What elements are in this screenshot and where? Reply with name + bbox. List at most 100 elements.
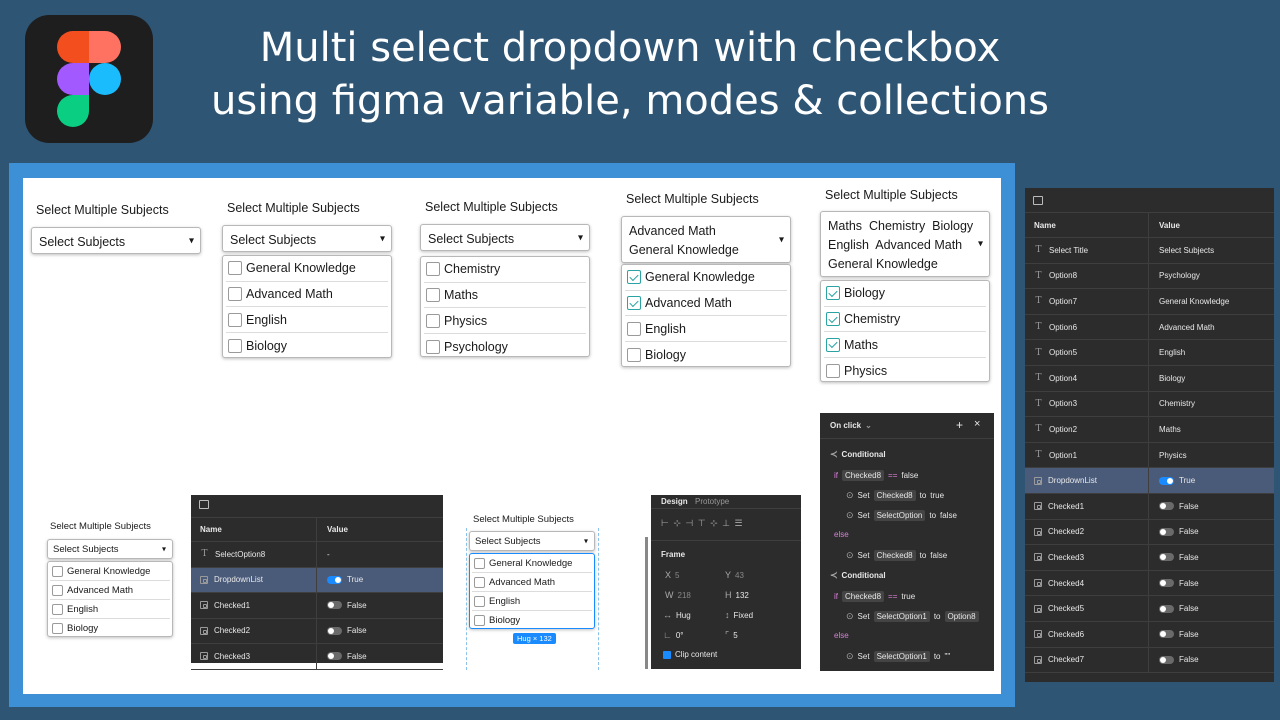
variable-value[interactable]: False bbox=[1179, 527, 1199, 536]
boolean-toggle[interactable] bbox=[1159, 655, 1174, 664]
variable-row[interactable]: T Option5 English bbox=[1025, 340, 1274, 366]
variable-name[interactable]: Checked5 bbox=[1048, 604, 1084, 613]
action-variable[interactable]: Checked8 bbox=[873, 490, 916, 501]
action-variable[interactable]: Checked8 bbox=[873, 550, 916, 561]
boolean-toggle[interactable] bbox=[1159, 553, 1174, 562]
variable-row[interactable]: Checked1 False bbox=[191, 593, 443, 619]
boolean-toggle[interactable] bbox=[327, 575, 342, 584]
width-mode[interactable]: Hug bbox=[676, 611, 691, 620]
list-item[interactable]: Advanced Math bbox=[226, 282, 388, 308]
variable-value[interactable]: Physics bbox=[1159, 451, 1187, 460]
checkbox[interactable] bbox=[52, 603, 63, 615]
variable-value[interactable]: - bbox=[327, 550, 330, 559]
select-dropdown[interactable]: Maths Chemistry Biology English Advanced… bbox=[820, 211, 990, 277]
list-item[interactable]: English bbox=[472, 592, 592, 611]
list-item[interactable]: Physics bbox=[424, 308, 586, 335]
checkbox[interactable] bbox=[228, 338, 242, 353]
sidebar-toggle-icon[interactable] bbox=[199, 500, 209, 509]
checkbox[interactable] bbox=[228, 312, 242, 327]
action-variable[interactable]: SelectOption1 bbox=[873, 651, 930, 662]
tab-design[interactable]: Design bbox=[661, 497, 688, 506]
variable-value[interactable]: False bbox=[1179, 553, 1199, 562]
list-item[interactable]: Biology bbox=[625, 342, 787, 368]
list-item[interactable]: Biology bbox=[472, 611, 592, 630]
variable-value[interactable]: False bbox=[347, 652, 367, 661]
boolean-toggle[interactable] bbox=[1159, 527, 1174, 536]
checkbox[interactable] bbox=[426, 288, 440, 303]
variable-name[interactable]: Option4 bbox=[1049, 374, 1077, 383]
checkbox[interactable] bbox=[52, 565, 63, 577]
checkbox[interactable] bbox=[627, 321, 641, 336]
checkbox-checked[interactable] bbox=[627, 296, 641, 311]
variable-name[interactable]: Option1 bbox=[1049, 451, 1077, 460]
variable-row[interactable]: Checked3 False bbox=[1025, 545, 1274, 571]
variable-value[interactable]: False bbox=[1179, 579, 1199, 588]
list-item[interactable]: English bbox=[625, 316, 787, 343]
variable-value[interactable]: Biology bbox=[1159, 374, 1185, 383]
list-item[interactable]: Chemistry bbox=[424, 257, 586, 283]
variable-name[interactable]: Checked7 bbox=[1048, 655, 1084, 664]
checkbox[interactable] bbox=[474, 615, 485, 626]
checkbox[interactable] bbox=[426, 313, 440, 328]
variable-row[interactable]: T Option3 Chemistry bbox=[1025, 391, 1274, 418]
variable-value[interactable]: Chemistry bbox=[1159, 399, 1195, 408]
variable-name[interactable]: DropdownList bbox=[214, 575, 263, 584]
x-field[interactable]: 5 bbox=[675, 571, 679, 580]
variable-name[interactable]: Checked1 bbox=[1048, 502, 1084, 511]
checkbox[interactable] bbox=[426, 339, 440, 354]
variable-value[interactable]: Select Subjects bbox=[1159, 246, 1214, 255]
checkbox[interactable] bbox=[826, 363, 840, 378]
variable-row[interactable]: DropdownList True bbox=[191, 567, 443, 593]
variable-row[interactable]: T SelectOption8 - bbox=[191, 542, 443, 568]
list-item[interactable]: Psychology bbox=[424, 334, 586, 360]
variable-row[interactable]: Checked2 False bbox=[1025, 519, 1274, 546]
variable-name[interactable]: Option7 bbox=[1049, 297, 1077, 306]
variable-row[interactable]: T Option6 Advanced Math bbox=[1025, 314, 1274, 341]
checkbox[interactable] bbox=[627, 347, 641, 362]
checkbox-checked[interactable] bbox=[826, 286, 840, 301]
checkbox[interactable] bbox=[474, 557, 485, 569]
radius-field[interactable]: 5 bbox=[733, 631, 737, 640]
variable-value[interactable]: False bbox=[1179, 655, 1199, 664]
checkbox[interactable] bbox=[52, 623, 63, 634]
list-item[interactable]: Advanced Math bbox=[472, 573, 592, 592]
list-item[interactable]: Biology bbox=[824, 281, 986, 307]
variable-row[interactable]: Checked6 False bbox=[1025, 622, 1274, 648]
variable-name[interactable]: Option8 bbox=[1049, 271, 1077, 280]
boolean-toggle[interactable] bbox=[1159, 502, 1174, 511]
height-field[interactable]: 132 bbox=[736, 591, 749, 600]
trigger-select[interactable]: On click ⌄ bbox=[830, 421, 872, 430]
variable-row[interactable]: T Option2 Maths bbox=[1025, 417, 1274, 443]
action-variable[interactable]: SelectOption bbox=[873, 510, 926, 521]
width-field[interactable]: 218 bbox=[678, 591, 691, 600]
variable-row[interactable]: T Option1 Physics bbox=[1025, 442, 1274, 469]
variable-name[interactable]: Option6 bbox=[1049, 323, 1077, 332]
variable-name[interactable]: Option3 bbox=[1049, 399, 1077, 408]
close-icon[interactable]: × bbox=[974, 418, 980, 430]
variable-value[interactable]: Psychology bbox=[1159, 271, 1200, 280]
list-item[interactable]: General Knowledge bbox=[226, 256, 388, 282]
list-item[interactable]: English bbox=[226, 307, 388, 334]
boolean-toggle[interactable] bbox=[1159, 630, 1174, 639]
list-item[interactable]: Biology bbox=[50, 619, 170, 638]
variable-value[interactable]: Maths bbox=[1159, 425, 1181, 434]
list-item[interactable]: General Knowledge bbox=[50, 562, 170, 581]
add-icon[interactable]: + bbox=[956, 418, 963, 432]
variable-name[interactable]: Checked3 bbox=[214, 652, 250, 661]
clip-content-checkbox[interactable] bbox=[663, 650, 671, 659]
list-item[interactable]: Chemistry bbox=[824, 307, 986, 333]
variable-value[interactable]: False bbox=[347, 626, 367, 635]
variable-name[interactable]: Option5 bbox=[1049, 348, 1077, 357]
action-variable[interactable]: SelectOption1 bbox=[873, 611, 930, 622]
sidebar-toggle-icon[interactable] bbox=[1033, 196, 1043, 205]
variable-value[interactable]: English bbox=[1159, 348, 1185, 357]
y-field[interactable]: 43 bbox=[735, 571, 744, 580]
select-dropdown[interactable]: Select Subjects ▾ bbox=[222, 225, 392, 252]
checkbox[interactable] bbox=[52, 584, 63, 596]
list-item[interactable]: Physics bbox=[824, 358, 986, 384]
boolean-toggle[interactable] bbox=[327, 652, 342, 661]
variable-name[interactable]: Checked2 bbox=[214, 626, 250, 635]
variable-name[interactable]: Checked4 bbox=[1048, 579, 1084, 588]
select-dropdown[interactable]: Select Subjects ▾ bbox=[469, 531, 595, 551]
variable-row[interactable]: T Option7 General Knowledge bbox=[1025, 289, 1274, 315]
